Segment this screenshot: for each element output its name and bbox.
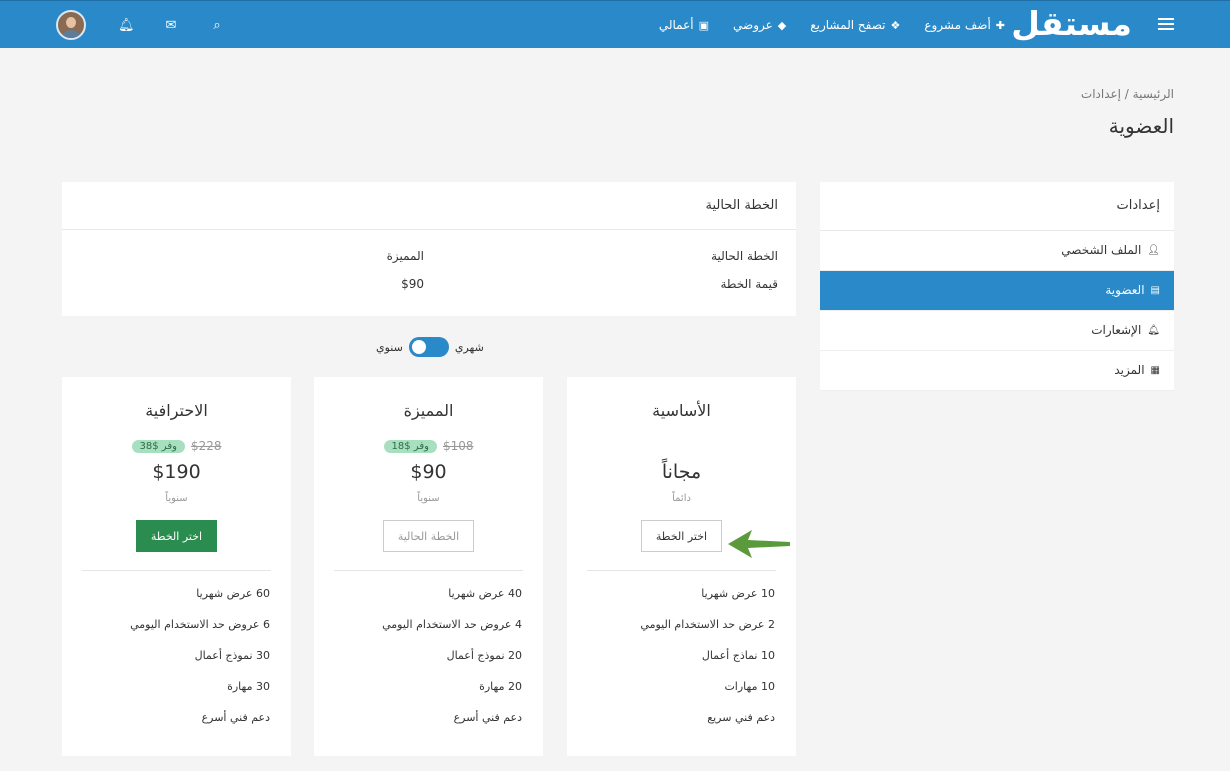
avatar[interactable]: [56, 10, 86, 40]
feature-list: 10 عرض شهريا 2 عرض حد الاستخدام اليومي 1…: [567, 583, 796, 738]
sidebar-item-membership[interactable]: ▤ العضوية: [820, 271, 1174, 311]
list-item: دعم فني أسرع: [453, 711, 522, 724]
breadcrumb[interactable]: الرئيسية / إعدادات: [1081, 87, 1174, 101]
cubes-icon: ❖: [890, 18, 901, 32]
plan-card-pro: الاحترافية $228 وفر $38 $190 سنوياً اختر…: [62, 377, 291, 756]
settings-sidebar: إعدادات 👤︎ الملف الشخصي ▤ العضوية 🔔︎ الإ…: [820, 182, 1174, 391]
envelope-icon[interactable]: ✉: [164, 18, 178, 33]
plan-name: الأساسية: [652, 401, 711, 420]
plan-period: سنوياً: [417, 493, 440, 504]
old-price: $108: [442, 439, 474, 453]
list-item: 40 عرض شهريا: [448, 587, 522, 600]
nav-my-bids[interactable]: ◆ عروضي: [733, 18, 786, 32]
page-title: العضوية: [1108, 114, 1174, 138]
briefcase-icon: ▣: [698, 18, 709, 32]
nav-add-project[interactable]: ✚ أضف مشروع: [924, 18, 1005, 32]
plan-price-value: $90: [401, 277, 424, 291]
plan-name: المميزة: [403, 401, 454, 420]
sidebar-item-more[interactable]: ▦ المزيد: [820, 351, 1174, 391]
list-item: 20 نموذج أعمال: [446, 649, 522, 662]
divider: [334, 570, 523, 571]
plan-card-premium: المميزة $108 وفر $18 $90 سنوياً الخطة ال…: [314, 377, 543, 756]
list-item: دعم فني سريع: [707, 711, 775, 724]
search-icon[interactable]: ⌕: [210, 18, 224, 33]
sidebar-item-profile[interactable]: 👤︎ الملف الشخصي: [820, 231, 1174, 271]
sidebar-item-notifications[interactable]: 🔔︎ الإشعارات: [820, 311, 1174, 351]
feature-list: 40 عرض شهريا 4 عروض حد الاستخدام اليومي …: [314, 583, 543, 738]
list-item: 30 مهارة: [227, 680, 270, 693]
list-item: 30 نموذج أعمال: [194, 649, 270, 662]
list-item: 10 عرض شهريا: [701, 587, 775, 600]
list-item: 6 عروض حد الاستخدام اليومي: [130, 618, 270, 631]
plus-icon: ✚: [995, 18, 1005, 32]
menu-icon[interactable]: [1158, 18, 1174, 30]
nav-my-works[interactable]: ▣ أعمالي: [659, 18, 709, 32]
save-badge: وفر $18: [383, 439, 437, 453]
user-icon: 👤︎: [1147, 245, 1160, 256]
list-item: 4 عروض حد الاستخدام اليومي: [382, 618, 522, 631]
list-item: 20 مهارة: [479, 680, 522, 693]
toggle-monthly-label: شهري: [454, 340, 484, 354]
id-card-icon: ▤: [1150, 285, 1160, 296]
list-item: 60 عرض شهريا: [196, 587, 270, 600]
plan-period: دائماً: [672, 493, 691, 504]
plan-price: $190: [152, 461, 201, 483]
plan-price: $90: [410, 461, 447, 483]
plan-period: سنوياً: [165, 493, 188, 504]
toggle-yearly-label: سنوي: [376, 340, 403, 354]
pointer-arrow-icon: [728, 530, 790, 558]
plan-price-label: قيمة الخطة: [720, 277, 778, 291]
divider: [82, 570, 271, 571]
price-row: $228 وفر $38: [62, 437, 291, 455]
price-row: [567, 437, 796, 455]
current-plan-button: الخطة الحالية: [382, 520, 475, 552]
main-nav: ✚ أضف مشروع ❖ تصفح المشاريع ◆ عروضي ▣ أع…: [635, 1, 1005, 49]
current-plan-title: الخطة الحالية: [62, 182, 796, 230]
choose-plan-button[interactable]: اختر الخطة: [135, 520, 218, 552]
current-plan-label: الخطة الحالية: [711, 249, 778, 263]
list-item: 2 عرض حد الاستخدام اليومي: [640, 618, 775, 631]
top-icons: 🔔︎ ✉ ⌕: [56, 1, 224, 49]
divider: [587, 570, 776, 571]
current-plan-value: المميزة: [386, 249, 424, 263]
list-item: 10 مهارات: [724, 680, 775, 693]
billing-switch[interactable]: [408, 337, 449, 357]
choose-plan-button[interactable]: اختر الخطة: [640, 520, 723, 552]
tag-icon: ◆: [777, 18, 787, 32]
price-row: $108 وفر $18: [314, 437, 543, 455]
billing-toggle: شهري سنوي: [376, 337, 484, 357]
plan-price: مجاناً: [661, 461, 702, 483]
plan-name: الاحترافية: [145, 401, 208, 420]
nav-browse-projects[interactable]: ❖ تصفح المشاريع: [810, 18, 900, 32]
plan-card-basic: الأساسية مجاناً دائماً اختر الخطة 10 عرض…: [567, 377, 796, 756]
list-item: دعم فني أسرع: [201, 711, 270, 724]
save-badge: وفر $38: [131, 439, 185, 453]
logo[interactable]: مستقل: [1011, 3, 1133, 45]
list-item: 10 نماذج أعمال: [701, 649, 775, 662]
old-price: $228: [190, 439, 222, 453]
top-navbar: مستقل ✚ أضف مشروع ❖ تصفح المشاريع ◆ عروض…: [0, 0, 1230, 48]
current-plan-card: الخطة الحالية الخطة الحالية المميزة قيمة…: [62, 182, 796, 316]
bell-icon[interactable]: 🔔︎: [118, 18, 135, 33]
feature-list: 60 عرض شهريا 6 عروض حد الاستخدام اليومي …: [62, 583, 291, 738]
bell-icon: 🔔︎: [1147, 325, 1160, 336]
grid-icon: ▦: [1150, 365, 1160, 376]
sidebar-title: إعدادات: [820, 182, 1174, 231]
